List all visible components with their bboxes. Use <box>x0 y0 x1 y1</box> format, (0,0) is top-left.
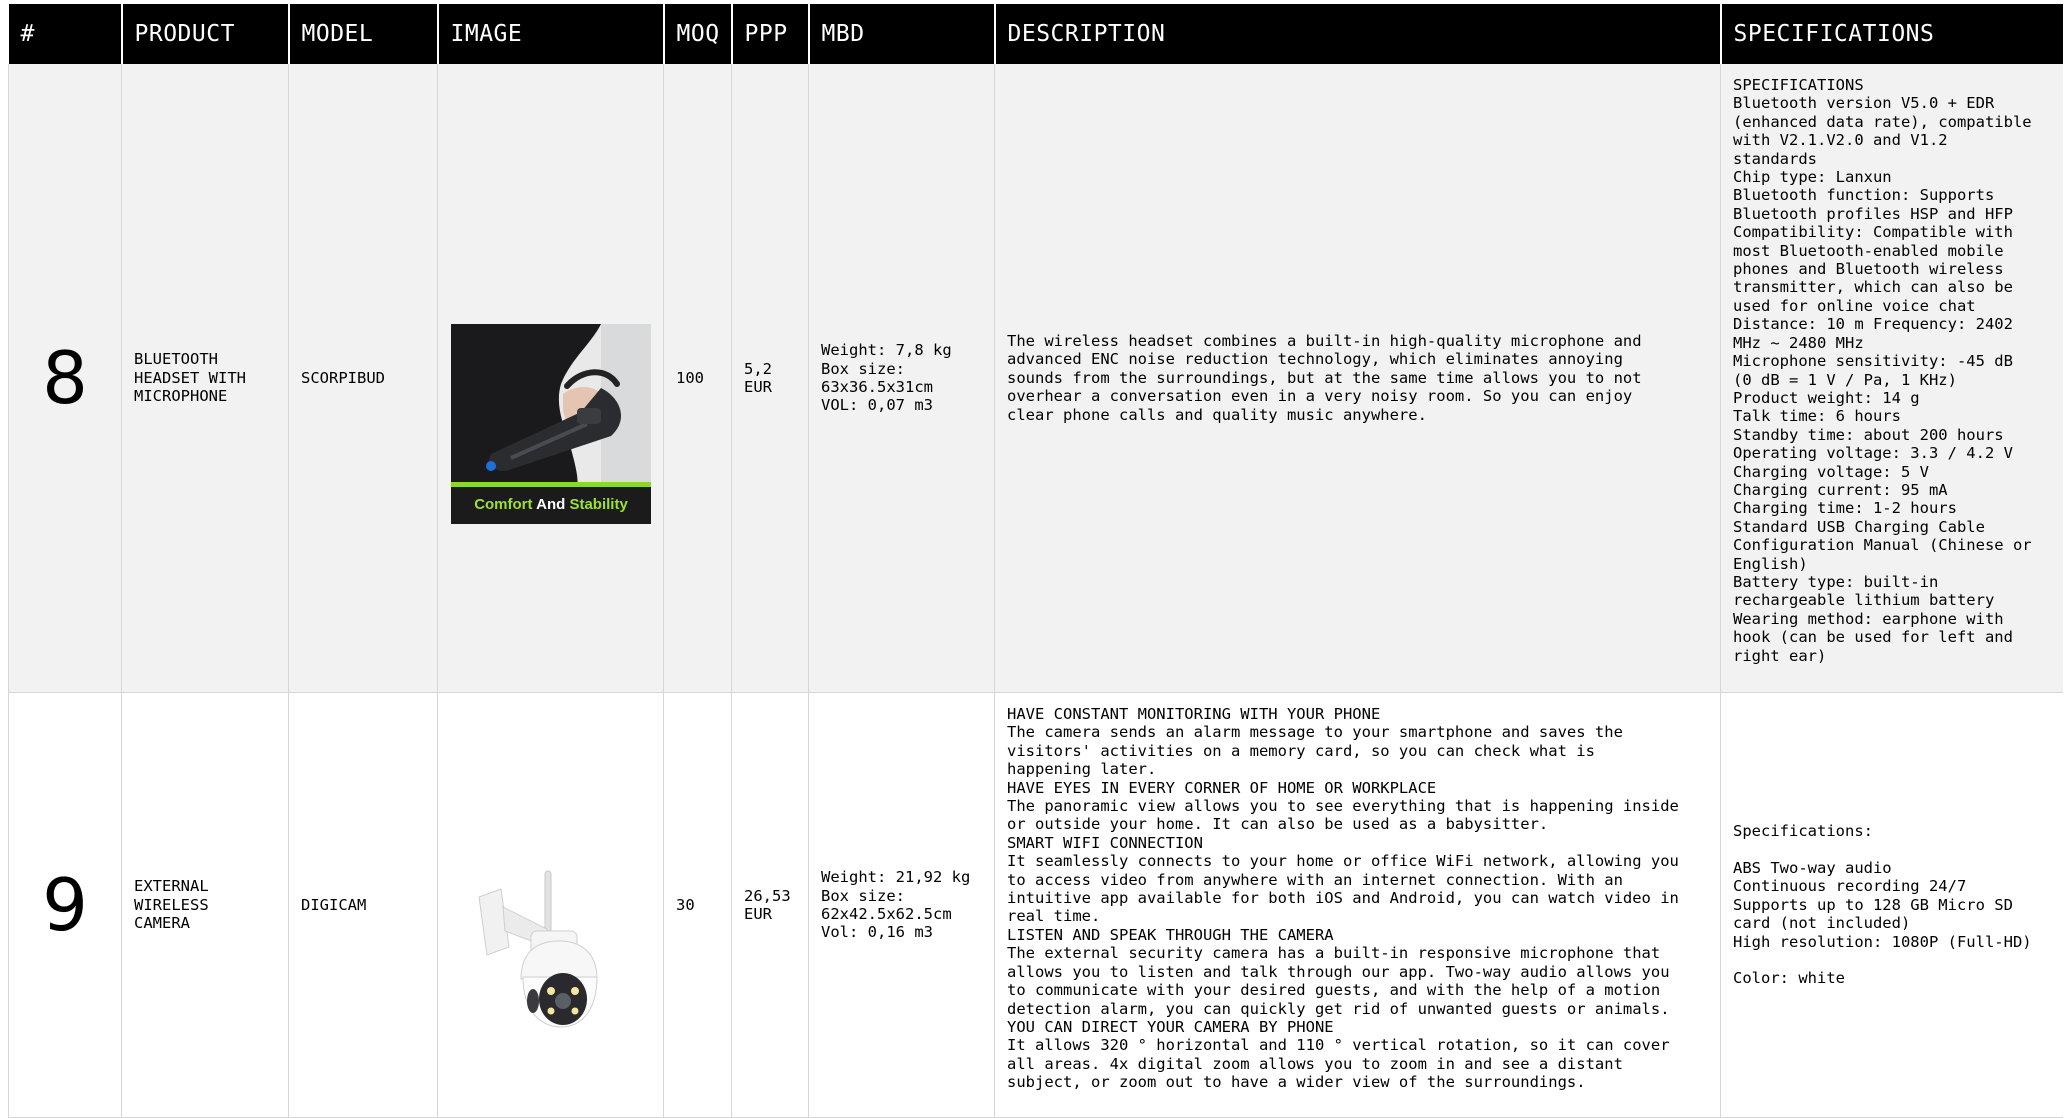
image-caption: Comfort And Stability <box>474 496 628 513</box>
col-header-specifications: SPECIFICATIONS <box>1720 4 2063 64</box>
camera-product-image <box>450 814 651 1052</box>
ppp-value: 26,53 EUR <box>731 692 809 1118</box>
description-text: The wireless headset combines a built-in… <box>994 64 1721 693</box>
col-header-product: PRODUCT <box>121 4 290 64</box>
model-name: SCORPIBUD <box>288 64 438 693</box>
row-number: 9 <box>8 692 122 1118</box>
col-header-image: IMAGE <box>437 4 665 64</box>
ppp-value: 5,2 EUR <box>731 64 809 693</box>
moq-value: 100 <box>663 64 732 693</box>
table-row: 9 EXTERNAL WIRELESS CAMERA DIGICAM 30 26… <box>8 692 2063 1118</box>
col-header-ppp: PPP <box>731 4 810 64</box>
table-row: 8 BLUETOOTH HEADSET WITH MICROPHONE SCOR… <box>8 64 2063 693</box>
table-header: # PRODUCT MODEL IMAGE MOQ PPP MBD DESCRI… <box>8 4 2063 64</box>
description-text: HAVE CONSTANT MONITORING WITH YOUR PHONE… <box>994 692 1721 1118</box>
product-name: BLUETOOTH HEADSET WITH MICROPHONE <box>121 64 289 693</box>
col-header-moq: MOQ <box>663 4 733 64</box>
col-header-number: # <box>8 4 123 64</box>
col-header-description: DESCRIPTION <box>994 4 1722 64</box>
product-name: EXTERNAL WIRELESS CAMERA <box>121 692 289 1118</box>
product-table: # PRODUCT MODEL IMAGE MOQ PPP MBD DESCRI… <box>8 4 2063 1118</box>
specifications-text: Specifications: ABS Two-way audio Contin… <box>1720 692 2063 1118</box>
image-cell: Comfort And Stability <box>437 64 664 693</box>
image-cell <box>437 692 664 1118</box>
specifications-text: SPECIFICATIONS Bluetooth version V5.0 + … <box>1720 64 2063 693</box>
moq-value: 30 <box>663 692 732 1118</box>
row-number: 8 <box>8 64 122 693</box>
col-header-mbd: MBD <box>808 4 996 64</box>
headset-product-image: Comfort And Stability <box>450 287 651 525</box>
mbd-value: Weight: 21,92 kg Box size: 62x42.5x62.5c… <box>808 692 995 1118</box>
model-name: DIGICAM <box>288 692 438 1118</box>
mbd-value: Weight: 7,8 kg Box size: 63x36.5x31cm VO… <box>808 64 995 693</box>
col-header-model: MODEL <box>288 4 439 64</box>
